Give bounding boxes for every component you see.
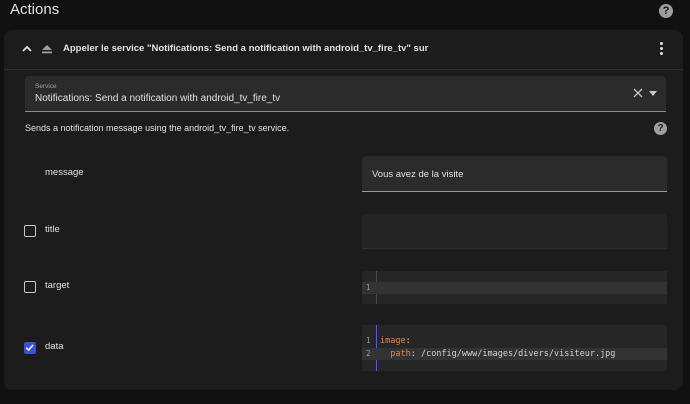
check-icon bbox=[25, 344, 34, 352]
target-code-editor[interactable]: 1 bbox=[362, 271, 667, 304]
help-icon[interactable]: ? bbox=[654, 122, 667, 135]
data-label: data bbox=[45, 341, 64, 352]
yaml-key: path bbox=[380, 349, 411, 359]
target-checkbox[interactable] bbox=[24, 281, 36, 293]
action-header-text: Appeler le service "Notifications: Send … bbox=[63, 43, 429, 54]
more-vertical-icon[interactable] bbox=[656, 42, 666, 58]
close-icon[interactable] bbox=[633, 88, 643, 98]
title-checkbox[interactable] bbox=[24, 225, 36, 237]
line-number: 2 bbox=[366, 349, 371, 358]
service-select[interactable]: Service Notifications: Send a notificati… bbox=[25, 76, 666, 112]
page-title: Actions bbox=[10, 1, 60, 18]
help-icon[interactable]: ? bbox=[659, 4, 673, 18]
service-value: Notifications: Send a notification with … bbox=[35, 93, 281, 104]
eject-icon bbox=[42, 45, 52, 54]
code-line: 2 path: /config/www/images/divers/visite… bbox=[362, 348, 667, 360]
line-number: 1 bbox=[366, 283, 371, 292]
data-checkbox[interactable] bbox=[24, 342, 36, 354]
title-input[interactable] bbox=[362, 214, 667, 249]
action-card-header[interactable]: Appeler le service "Notifications: Send … bbox=[4, 30, 683, 70]
target-label: target bbox=[45, 280, 70, 291]
dropdown-arrow-icon[interactable] bbox=[649, 91, 657, 96]
yaml-value: : /config/www/images/divers/visiteur.jpg bbox=[410, 349, 616, 359]
data-code-editor[interactable]: 1 image: 2 path: /config/www/images/dive… bbox=[362, 325, 667, 371]
message-value: Vous avez de la visite bbox=[372, 169, 464, 180]
code-text: path: /config/www/images/divers/visiteur… bbox=[380, 348, 615, 360]
title-label: title bbox=[45, 224, 60, 235]
code-text: image: bbox=[380, 335, 411, 347]
message-label: message bbox=[45, 167, 84, 178]
message-input[interactable]: Vous avez de la visite bbox=[362, 156, 667, 192]
action-card: Appeler le service "Notifications: Send … bbox=[4, 30, 683, 390]
service-description: Sends a notification message using the a… bbox=[25, 123, 290, 133]
line-number: 1 bbox=[366, 336, 371, 345]
yaml-value: : bbox=[405, 336, 411, 346]
yaml-key: image bbox=[380, 336, 406, 346]
chevron-up-icon[interactable] bbox=[20, 42, 34, 56]
service-label: Service bbox=[35, 83, 57, 90]
code-line: 1 bbox=[362, 282, 667, 294]
code-line: 1 image: bbox=[362, 335, 667, 347]
